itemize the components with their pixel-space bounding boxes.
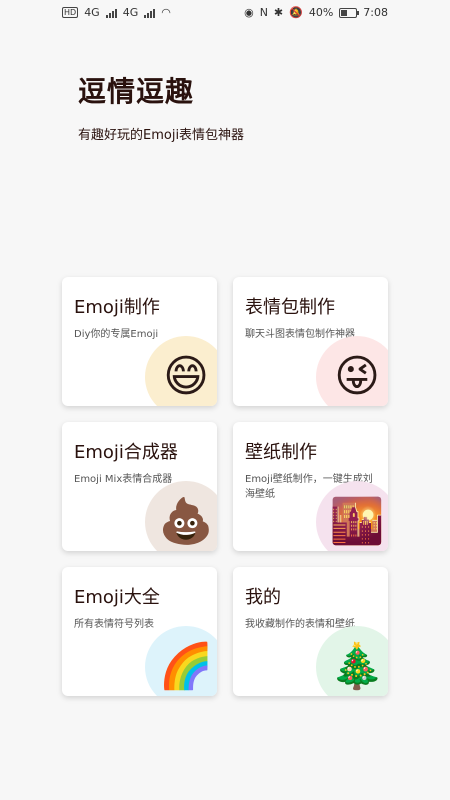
status-right: ◉ N ✱ 🔕 40% 7:08 — [244, 6, 388, 19]
bluetooth-icon: ✱ — [273, 6, 284, 19]
hd-badge-icon: HD — [62, 7, 79, 18]
battery-percent: 40% — [308, 6, 334, 19]
wifi-icon: ◠ — [161, 6, 171, 19]
page-title: 逗情逗趣 — [78, 75, 195, 108]
kissing-tongue-face-icon: 😜 — [316, 336, 388, 406]
poop-icon: 💩 — [145, 481, 217, 551]
card-emoji-catalog[interactable]: Emoji大全 所有表情符号列表 🌈 — [62, 567, 217, 696]
card-title: 表情包制作 — [245, 297, 335, 318]
card-wallpaper-maker[interactable]: 壁纸制作 Emoji壁纸制作，一键生成刘海壁纸 🌇 — [233, 422, 388, 551]
network-type-2: 4G — [122, 6, 139, 19]
card-title: Emoji大全 — [74, 587, 160, 608]
card-title: 我的 — [245, 587, 281, 608]
christmas-tree-icon: 🎄 — [316, 626, 388, 696]
eye-icon: ◉ — [244, 6, 254, 19]
clock: 7:08 — [363, 6, 388, 19]
feature-grid: Emoji制作 Diy你的专属Emoji 😄 表情包制作 聊天斗图表情包制作神器… — [62, 277, 388, 696]
signal-icon-2 — [144, 8, 156, 18]
card-sticker-maker[interactable]: 表情包制作 聊天斗图表情包制作神器 😜 — [233, 277, 388, 406]
mute-icon: 🔕 — [289, 6, 303, 19]
status-left: HD 4G 4G ◠ — [62, 6, 171, 19]
signal-icon — [105, 8, 117, 18]
card-title: Emoji合成器 — [74, 442, 178, 463]
card-mine[interactable]: 我的 我收藏制作的表情和壁纸 🎄 — [233, 567, 388, 696]
network-type-1: 4G — [84, 6, 100, 19]
status-bar: HD 4G 4G ◠ ◉ N ✱ 🔕 40% 7:08 — [0, 0, 450, 26]
card-emoji-maker[interactable]: Emoji制作 Diy你的专属Emoji 😄 — [62, 277, 217, 406]
header: 逗情逗趣 有趣好玩的Emoji表情包神器 — [78, 70, 244, 143]
battery-icon — [339, 7, 360, 18]
page-subtitle: 有趣好玩的Emoji表情包神器 — [78, 128, 245, 143]
card-emoji-mixer[interactable]: Emoji合成器 Emoji Mix表情合成器 💩 — [62, 422, 217, 551]
nfc-icon: N — [259, 6, 268, 19]
card-title: Emoji制作 — [74, 297, 160, 318]
card-title: 壁纸制作 — [245, 442, 317, 463]
rainbow-face-icon: 🌈 — [145, 626, 217, 696]
grinning-face-icon: 😄 — [145, 336, 217, 406]
